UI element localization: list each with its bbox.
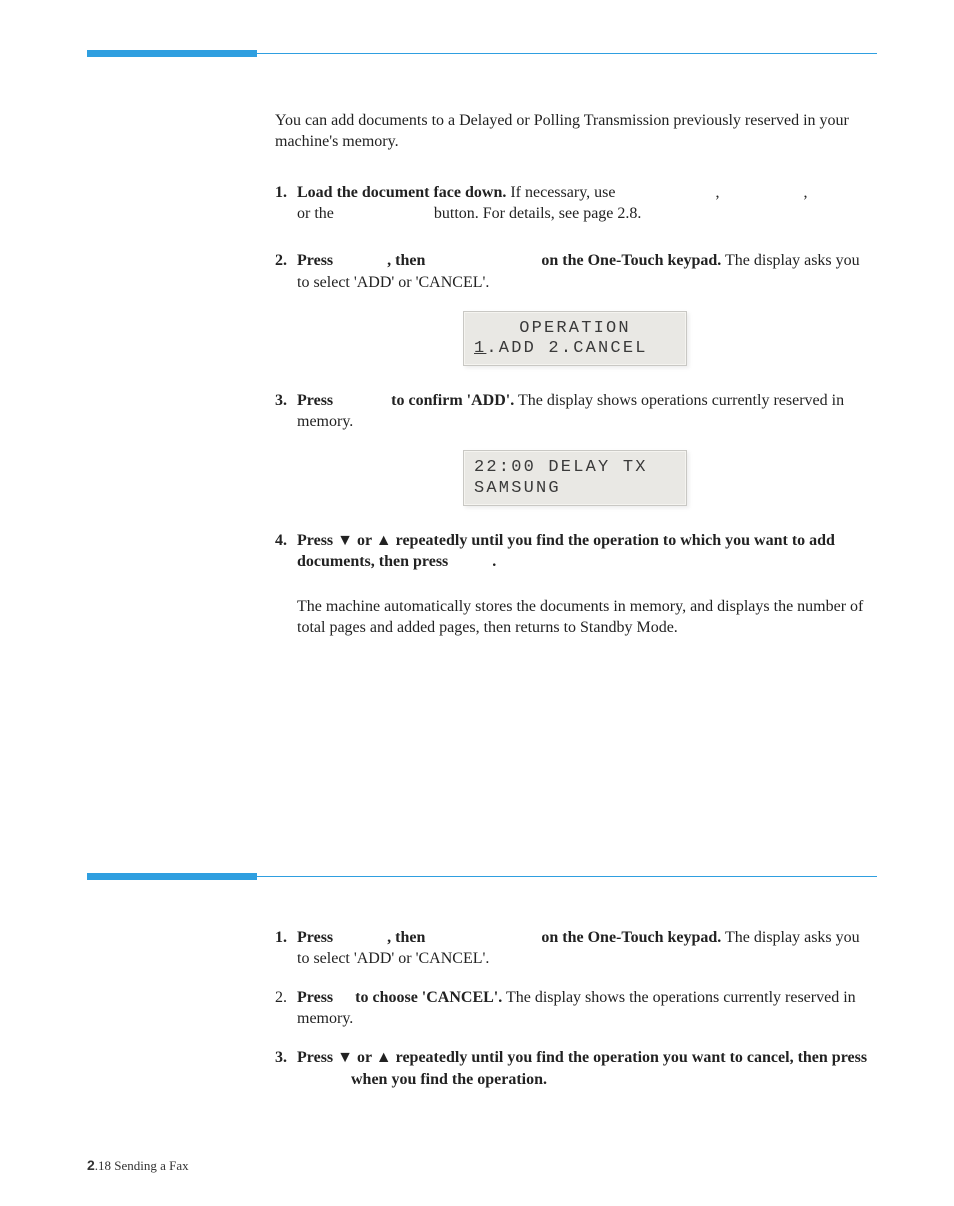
step-2: 2.Press , then on the One-Touch keypad. …	[275, 250, 875, 292]
step-3-num: 3.	[275, 392, 287, 409]
lcd-1-line-2-rest: .ADD 2.CANCEL	[486, 339, 647, 358]
c1-c: on the One-Touch keypad.	[537, 929, 721, 946]
c2-num: 2.	[275, 987, 297, 1008]
step-1-line2b: button. For details, see page 2.8.	[430, 205, 642, 222]
step-4: 4.Press ▼ or ▲ repeatedly until you find…	[275, 530, 875, 572]
c3-c: when you find the operation.	[347, 1071, 547, 1088]
page-number-chapter: 2	[87, 1157, 95, 1173]
cancel-step-1: 1.Press , then on the One-Touch keypad. …	[275, 927, 875, 969]
step-4-num: 4.	[275, 532, 287, 549]
c1-b: , then	[387, 929, 429, 946]
page-footer-text: .18 Sending a Fax	[95, 1158, 189, 1173]
step-4-note: The machine automatically stores the doc…	[275, 596, 875, 638]
lcd-1-line-2-underline: 1	[474, 339, 486, 358]
lcd-2-line-1: 22:00 DELAY TX	[474, 458, 676, 479]
lcd-1-line-1: OPERATION	[474, 319, 676, 340]
step-4-a: Press	[297, 532, 337, 549]
c3-a: Press	[297, 1049, 337, 1066]
step-1-comma-1: ,	[715, 184, 723, 201]
c1-num: 1.	[275, 929, 287, 946]
up-arrow-icon: ▲	[376, 532, 392, 549]
step-4-dot: .	[492, 553, 496, 570]
c3-num: 3.	[275, 1049, 287, 1066]
step-4-or: or	[353, 532, 376, 549]
step-2-num: 2.	[275, 252, 287, 269]
step-2-a: Press	[297, 252, 337, 269]
up-arrow-icon-2: ▲	[376, 1049, 392, 1066]
step-3-a: Press	[297, 392, 337, 409]
step-2-c: on the One-Touch keypad.	[537, 252, 721, 269]
lcd-display-2: 22:00 DELAY TX SAMSUNG	[463, 450, 687, 505]
down-arrow-icon-2: ▼	[337, 1049, 353, 1066]
down-arrow-icon: ▼	[337, 532, 353, 549]
step-1-line2a: or the	[297, 205, 338, 222]
c1-a: Press	[297, 929, 337, 946]
c3-or: or	[353, 1049, 376, 1066]
section-cancel: 1.Press , then on the One-Touch keypad. …	[275, 927, 875, 1090]
cancel-step-2: 2.Press to choose 'CANCEL'. The display …	[275, 987, 875, 1029]
cancel-step-3: 3. Press ▼ or ▲ repeatedly until you find…	[275, 1047, 875, 1089]
step-1-text-a: If necessary, use	[506, 184, 619, 201]
top-rule	[87, 50, 877, 59]
step-3: 3.Press to confirm 'ADD'. The display sh…	[275, 390, 875, 432]
step-1-bold: Load the document face down.	[297, 184, 506, 201]
page-footer: 2.18 Sending a Fax	[87, 1157, 189, 1174]
c3-b: repeatedly until you find the operation …	[392, 1049, 867, 1066]
c2-b: to choose 'CANCEL'.	[351, 989, 502, 1006]
step-1-num: 1.	[275, 184, 287, 201]
section-add-documents: You can add documents to a Delayed or Po…	[275, 110, 875, 652]
step-3-b: to confirm 'ADD'.	[387, 392, 514, 409]
c2-a: Press	[297, 989, 337, 1006]
step-1-comma-2: ,	[803, 184, 807, 201]
step-1: 1. Load the document face down. If necess…	[275, 182, 875, 224]
section-rule	[87, 873, 877, 882]
intro-text: You can add documents to a Delayed or Po…	[275, 110, 875, 152]
step-2-b: , then	[387, 252, 429, 269]
lcd-2-line-2: SAMSUNG	[474, 479, 676, 500]
lcd-display-1: OPERATION 1.ADD 2.CANCEL	[463, 311, 687, 366]
